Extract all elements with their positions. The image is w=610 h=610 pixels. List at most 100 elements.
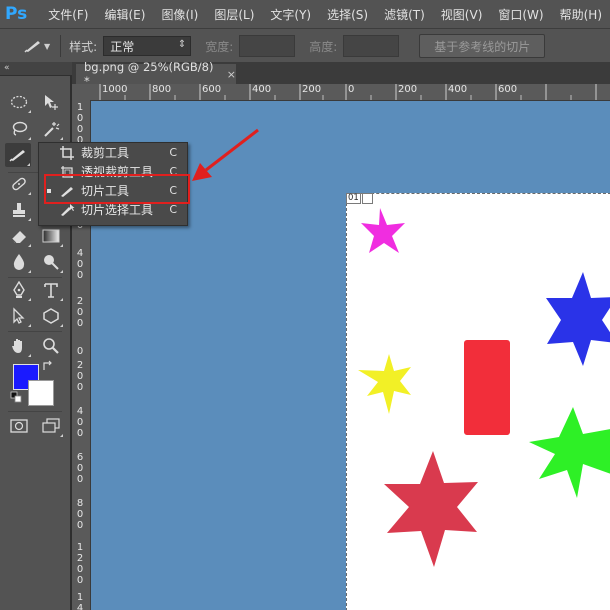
menu-image[interactable]: 图像(I) <box>153 6 206 23</box>
menu-layer[interactable]: 图层(L) <box>206 6 262 23</box>
menu-view[interactable]: 视图(V) <box>433 6 491 23</box>
document-image[interactable] <box>346 193 610 610</box>
path-selection-tool[interactable] <box>6 304 32 328</box>
close-icon[interactable]: × <box>227 68 236 81</box>
red-rectangle <box>464 340 510 435</box>
highlight-box <box>44 174 190 204</box>
menu-type[interactable]: 文字(Y) <box>262 6 319 23</box>
dodge-tool[interactable] <box>38 250 64 274</box>
ruler-label: 200 <box>398 84 418 95</box>
width-field[interactable] <box>239 35 296 57</box>
style-label: 样式: <box>69 39 98 54</box>
magnifier-icon <box>43 338 59 354</box>
ruler-label: 600 <box>202 84 222 95</box>
tool-group-indicator <box>28 354 31 357</box>
photoshop-logo: Ps <box>4 4 28 24</box>
marquee-tool[interactable] <box>6 90 32 114</box>
screen-mode-icon <box>42 418 60 433</box>
menu-edit[interactable]: 编辑(E) <box>96 6 153 23</box>
menu-filter[interactable]: 滤镜(T) <box>376 6 433 23</box>
ruler-label: 200 <box>76 296 84 329</box>
select-arrows-icon: ⇕ <box>177 39 187 50</box>
ruler-label: 400 <box>252 84 272 95</box>
ruler-label: 200 <box>302 84 322 95</box>
pen-tool[interactable] <box>6 278 32 302</box>
slice-tool-button[interactable] <box>5 143 31 167</box>
bandage-icon <box>12 177 26 191</box>
screen-mode-button[interactable] <box>38 414 64 438</box>
menu-bar: Ps 文件(F) 编辑(E) 图像(I) 图层(L) 文字(Y) 选择(S) 滤… <box>0 0 610 28</box>
ruler-origin[interactable] <box>72 84 91 101</box>
magenta-star <box>361 208 405 253</box>
tool-group-indicator <box>28 324 31 327</box>
shape-tool[interactable] <box>38 304 64 328</box>
quick-mask-button[interactable] <box>6 414 32 438</box>
shortcut-key: C <box>169 146 177 159</box>
document-tab-bar: bg.png @ 25%(RGB/8) * × <box>72 60 610 88</box>
tool-group-indicator <box>28 244 31 247</box>
artwork <box>358 208 610 567</box>
height-field[interactable] <box>343 35 400 57</box>
menu-help[interactable]: 帮助(H) <box>552 6 610 23</box>
polygon-icon <box>43 308 59 324</box>
width-label: 宽度: <box>205 39 234 54</box>
slices-from-guides-button[interactable]: 基于参考线的切片 <box>419 34 546 58</box>
crop-icon <box>59 145 75 161</box>
menu-select[interactable]: 选择(S) <box>319 6 376 23</box>
type-tool[interactable] <box>38 278 64 302</box>
tool-group-indicator <box>60 244 63 247</box>
ruler-label: 400 <box>448 84 468 95</box>
magic-wand-icon <box>44 122 60 137</box>
swap-arrows-icon <box>43 360 52 370</box>
flyout-item-label: 裁剪工具 <box>81 146 130 160</box>
move-tool[interactable] <box>38 90 64 114</box>
zoom-tool[interactable] <box>38 334 64 358</box>
magic-wand-tool[interactable] <box>38 117 64 141</box>
yellow-star <box>358 354 411 414</box>
ruler-label: 1000 <box>102 84 128 95</box>
menu-file[interactable]: 文件(F) <box>40 6 96 23</box>
flyout-item-crop[interactable]: 裁剪工具 C <box>39 143 187 162</box>
ruler-label: 800 <box>76 498 84 531</box>
lasso-icon <box>12 121 28 136</box>
background-color-swatch[interactable] <box>28 380 54 406</box>
tool-group-indicator <box>28 137 31 140</box>
tools-panel-collapse[interactable]: « <box>0 62 72 76</box>
ruler-label: 800 <box>152 84 172 95</box>
chevron-down-icon[interactable]: ▼ <box>44 42 50 51</box>
ruler-label: 0 <box>76 346 84 357</box>
crimson-star <box>384 451 478 567</box>
path-selection-icon <box>13 307 25 324</box>
slice-label: 01 <box>346 193 373 204</box>
swap-colors-button[interactable] <box>40 358 56 374</box>
separator <box>8 331 62 332</box>
hand-icon <box>12 339 22 353</box>
blur-tool[interactable] <box>6 250 32 274</box>
eraser-tool[interactable] <box>6 224 32 248</box>
ruler-label: 600 <box>76 452 84 485</box>
green-star <box>529 407 610 498</box>
document-tab[interactable]: bg.png @ 25%(RGB/8) * × <box>76 60 236 88</box>
lasso-tool[interactable] <box>6 117 32 141</box>
slice-icon <box>24 41 40 53</box>
type-icon <box>44 283 58 298</box>
healing-brush-tool[interactable] <box>6 172 32 196</box>
stamp-icon <box>13 203 25 217</box>
clone-stamp-tool[interactable] <box>6 198 32 222</box>
pen-icon <box>13 281 25 298</box>
horizontal-ruler[interactable]: 1000 800 600 400 200 0 200 400 600 <box>90 84 610 101</box>
default-colors-button[interactable] <box>8 389 24 405</box>
image-slice-icon <box>361 193 373 204</box>
ruler-label: 200 <box>76 360 84 393</box>
slice-icon <box>9 150 25 162</box>
shortcut-key: C <box>169 203 177 216</box>
style-select[interactable]: 正常 ⇕ <box>103 36 192 56</box>
tool-group-indicator <box>60 434 63 437</box>
tool-group-indicator <box>28 218 31 221</box>
gradient-tool[interactable] <box>38 224 64 248</box>
tool-group-indicator <box>60 137 63 140</box>
menu-window[interactable]: 窗口(W) <box>490 6 551 23</box>
elliptical-marquee-icon <box>10 95 28 109</box>
tool-group-indicator <box>60 324 63 327</box>
hand-tool[interactable] <box>6 334 32 358</box>
